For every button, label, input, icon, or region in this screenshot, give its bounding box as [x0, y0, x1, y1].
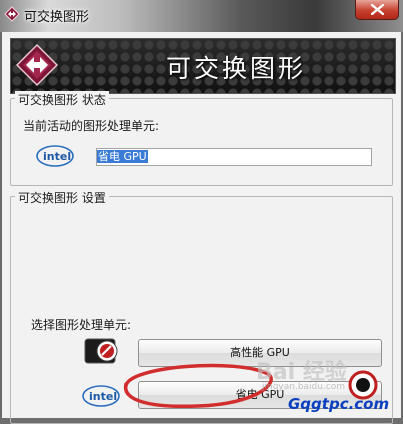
diamond-arrows-logo-icon — [15, 43, 59, 90]
active-gpu-label: 当前活动的图形处理单元: — [23, 119, 160, 133]
settings-group-legend: 可交换图形 设置 — [15, 189, 109, 206]
jingyan-watermark: jingyan.baidu.com — [262, 382, 346, 392]
intel-logo-small-text: intel — [89, 390, 117, 403]
status-group-legend: 可交换图形 状态 — [15, 91, 109, 108]
close-x-icon — [371, 4, 384, 15]
window-title: 可交换图形 — [24, 10, 90, 25]
select-gpu-label: 选择图形处理单元: — [31, 318, 132, 332]
title-bar[interactable]: 可交换图形 — [0, 0, 403, 32]
active-gpu-value: 省电 GPU — [97, 150, 148, 163]
close-button[interactable] — [355, 0, 399, 20]
intel-logo-small-icon: intel — [81, 383, 121, 412]
active-gpu-field[interactable]: 省电 GPU — [96, 148, 372, 166]
site-watermark: Gqgtpc.com — [288, 395, 390, 413]
banner-title: 可交换图形 — [166, 54, 307, 83]
intel-logo-icon: intel — [35, 143, 75, 172]
amd-radeon-icon — [83, 335, 121, 370]
diamond-arrows-icon — [4, 6, 20, 25]
header-banner: 可交换图形 — [10, 38, 396, 94]
intel-logo-text: intel — [43, 150, 71, 163]
status-group: 可交换图形 状态 当前活动的图形处理单元: intel 省电 GPU — [10, 91, 393, 186]
